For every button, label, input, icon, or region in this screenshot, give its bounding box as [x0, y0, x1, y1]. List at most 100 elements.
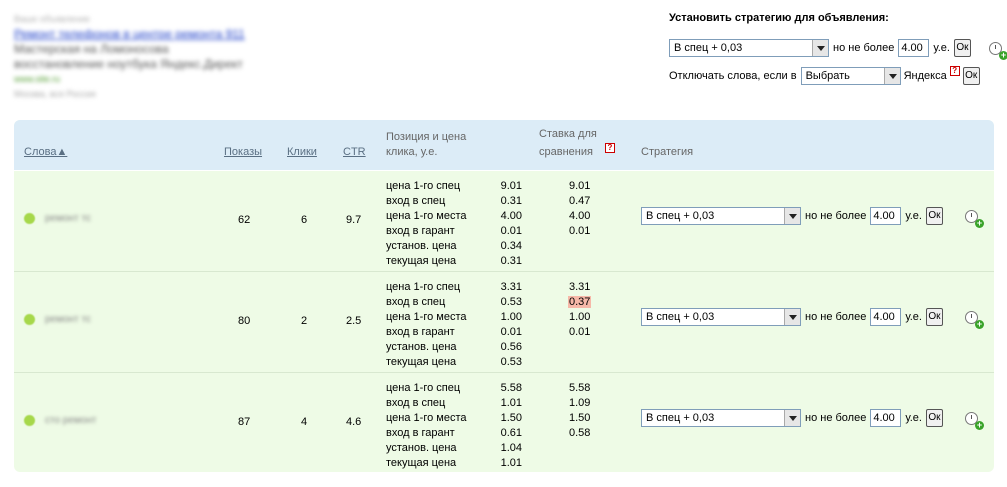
position-label: текущая цена	[386, 356, 457, 368]
ad-strategy-row: В спец + 0,03 но не более 4.00 у.е. Ок	[669, 38, 1007, 60]
row-strategy-select-value: В спец + 0,03	[646, 210, 715, 222]
bid-item: 1.09	[568, 396, 608, 411]
position-label: текущая цена	[386, 255, 457, 267]
help-icon[interactable]: ?	[605, 143, 615, 153]
column-position-header-line2: клика, у.е.	[386, 146, 438, 158]
column-bid-header-line1: Ставка для	[539, 128, 597, 140]
add-schedule-clock-icon[interactable]	[964, 411, 984, 430]
position-value: 0.53	[500, 296, 522, 308]
row-strategy-select-value: В спец + 0,03	[646, 412, 715, 424]
bid-value: 0.47	[569, 195, 591, 207]
row-strategy: В спец + 0,03 но не более 4.00 у.е. Ок	[641, 409, 984, 430]
keywords-table: Слова▲ Показы Клики CTR Позиция и цена к…	[14, 120, 994, 472]
column-words-sort-link[interactable]: Слова▲	[24, 146, 67, 158]
help-icon[interactable]: ?	[949, 66, 960, 76]
row-amount-input[interactable]: 4.00	[870, 409, 902, 427]
position-value: 0.56	[500, 341, 522, 353]
bid-item: 4.00	[568, 209, 608, 224]
position-label: цена 1-го спец	[386, 382, 461, 394]
disable-words-ok-button[interactable]: Ок	[962, 67, 980, 85]
position-label: цена 1-го места	[386, 412, 467, 424]
shows-cell: 80	[238, 315, 251, 327]
position-value: 0.61	[500, 427, 522, 439]
unit-label: у.е.	[905, 412, 922, 424]
position-label: вход в спец	[386, 296, 446, 308]
row-strategy-select[interactable]: В спец + 0,03	[641, 409, 801, 427]
bid-value: 5.58	[569, 382, 591, 394]
add-schedule-clock-icon[interactable]	[964, 209, 984, 228]
disable-words-select-value: Выбрать	[805, 70, 850, 82]
unit-label: у.е.	[933, 42, 950, 54]
keyword-status-icon	[24, 213, 35, 224]
shows-cell: 87	[238, 416, 251, 428]
chevron-down-icon[interactable]	[784, 208, 800, 224]
ad-strategy-select[interactable]: В спец + 0,03	[669, 39, 829, 57]
position-item: вход в спец 0.53	[386, 295, 522, 310]
no-more-label: но не более	[805, 412, 867, 424]
ctr-cell: 4.6	[346, 416, 362, 428]
row-strategy-ok-button[interactable]: Ок	[925, 409, 943, 427]
table-row: сто ремонт 87 4 4.6 цена 1-го спец 5.58 вх…	[14, 372, 994, 472]
position-item: вход в гарант 0.61	[386, 426, 522, 441]
row-strategy: В спец + 0,03 но не более 4.00 у.е. Ок	[641, 308, 984, 329]
bid-value: 1.50	[569, 412, 591, 424]
table-body: ремонт тс 62 6 9.7 цена 1-го спец 9.01 вхо…	[14, 170, 994, 472]
row-amount-input[interactable]: 4.00	[870, 308, 902, 326]
keyword-text[interactable]: сто ремонт	[45, 415, 96, 426]
chevron-down-icon[interactable]	[883, 68, 900, 84]
position-value: 0.53	[500, 356, 522, 368]
position-label: вход в спец	[386, 397, 446, 409]
clicks-cell: 2	[301, 315, 308, 327]
add-schedule-clock-icon[interactable]	[988, 41, 1007, 60]
bid-value: 0.58	[569, 427, 591, 439]
no-more-label: но не более	[805, 210, 867, 222]
position-label: установ. цена	[386, 442, 457, 454]
ad-text-line2: восстановление ноутбука Яндекс.Директ	[14, 57, 243, 71]
position-item: цена 1-го спец 5.58	[386, 381, 522, 396]
row-strategy-ok-button[interactable]: Ок	[925, 308, 943, 326]
no-more-label: но не более	[833, 42, 895, 54]
position-label: вход в спец	[386, 195, 446, 207]
column-ctr-sort-link[interactable]: CTR	[343, 146, 366, 158]
position-item: установ. цена 0.34	[386, 239, 522, 254]
row-strategy-select[interactable]: В спец + 0,03	[641, 308, 801, 326]
keyword-cell: сто ремонт	[24, 415, 96, 426]
row-strategy-select[interactable]: В спец + 0,03	[641, 207, 801, 225]
position-label: вход в гарант	[386, 225, 455, 237]
add-schedule-clock-icon[interactable]	[964, 310, 984, 329]
column-bid-header-line2: сравнения	[539, 146, 593, 158]
ad-region: Москва, вся Россия	[14, 89, 96, 99]
disable-words-select[interactable]: Выбрать	[800, 67, 901, 85]
column-shows-sort-link[interactable]: Показы	[224, 146, 262, 158]
position-value: 1.01	[500, 397, 522, 409]
yandex-label: Яндекса	[903, 70, 947, 82]
column-clicks-sort-link[interactable]: Клики	[287, 146, 317, 158]
position-item: текущая цена 0.53	[386, 355, 522, 370]
bid-item: 5.58	[568, 381, 608, 396]
bid-item: 0.47	[568, 194, 608, 209]
keyword-cell: ремонт тс	[24, 213, 91, 224]
bid-list: 5.58 1.09 1.50 0.58	[568, 381, 608, 441]
keyword-text[interactable]: ремонт тс	[45, 213, 91, 224]
chevron-down-icon[interactable]	[784, 309, 800, 325]
position-value: 0.31	[500, 195, 522, 207]
row-strategy-ok-button[interactable]: Ок	[925, 207, 943, 225]
ad-title-link[interactable]: Ремонт телефонов в центре ремонта 911	[14, 27, 264, 42]
row-amount-input[interactable]: 4.00	[870, 207, 902, 225]
bid-item: 0.58	[568, 426, 608, 441]
ctr-cell: 2.5	[346, 315, 362, 327]
position-label: установ. цена	[386, 240, 457, 252]
ad-strategy-ok-button[interactable]: Ок	[953, 39, 971, 57]
ad-amount-input[interactable]: 4.00	[898, 39, 930, 57]
position-label: цена 1-го спец	[386, 180, 461, 192]
table-header: Слова▲ Показы Клики CTR Позиция и цена к…	[14, 120, 994, 170]
bid-value: 3.31	[569, 281, 591, 293]
keyword-text[interactable]: ремонт тс	[45, 314, 91, 325]
position-list: цена 1-го спец 5.58 вход в спец 1.01 цена 1-…	[386, 381, 522, 471]
clicks-cell: 6	[301, 214, 308, 226]
chevron-down-icon[interactable]	[784, 410, 800, 426]
keyword-cell: ремонт тс	[24, 314, 91, 325]
position-item: текущая цена 1.01	[386, 456, 522, 471]
chevron-down-icon[interactable]	[812, 40, 828, 56]
position-item: цена 1-го места 1.50	[386, 411, 522, 426]
